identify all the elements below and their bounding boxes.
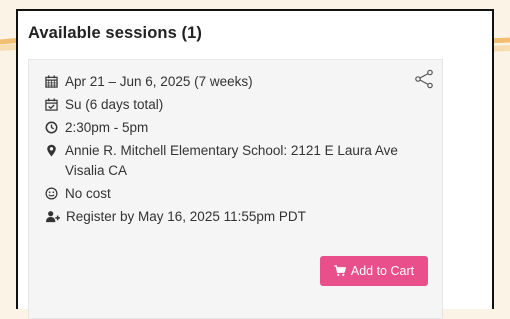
sessions-panel: Available sessions (1) Apr 21 – Jun 6, 2…	[16, 9, 494, 319]
session-days: Su (6 days total)	[65, 97, 164, 112]
calendar-check-icon	[45, 98, 58, 111]
session-cost: No cost	[65, 186, 111, 201]
session-time: 2:30pm - 5pm	[65, 120, 149, 135]
session-register-by: Register by May 16, 2025 11:55pm PDT	[66, 209, 306, 224]
share-icon[interactable]	[414, 69, 434, 89]
session-cost-row: No cost	[45, 184, 405, 204]
smile-icon	[45, 187, 58, 200]
user-plus-icon	[46, 211, 60, 223]
map-marker-icon	[47, 144, 56, 157]
session-location: Annie R. Mitchell Elementary School: 212…	[65, 143, 398, 178]
session-days-row: Su (6 days total)	[45, 95, 405, 115]
shopping-cart-icon	[334, 265, 346, 276]
session-details: Apr 21 – Jun 6, 2025 (7 weeks) Su (6 day…	[45, 72, 405, 230]
add-to-cart-label: Add to Cart	[350, 264, 415, 278]
session-location-row: Annie R. Mitchell Elementary School: 212…	[45, 141, 405, 181]
add-to-cart-button[interactable]: Add to Cart	[320, 256, 428, 286]
session-dates-row: Apr 21 – Jun 6, 2025 (7 weeks)	[45, 72, 405, 92]
clock-icon	[45, 121, 58, 134]
session-dates: Apr 21 – Jun 6, 2025 (7 weeks)	[65, 74, 253, 89]
panel-title: Available sessions (1)	[28, 24, 202, 42]
session-card: Apr 21 – Jun 6, 2025 (7 weeks) Su (6 day…	[28, 59, 443, 319]
session-time-row: 2:30pm - 5pm	[45, 118, 405, 138]
calendar-icon	[45, 75, 58, 88]
session-register-row: Register by May 16, 2025 11:55pm PDT	[45, 207, 405, 227]
